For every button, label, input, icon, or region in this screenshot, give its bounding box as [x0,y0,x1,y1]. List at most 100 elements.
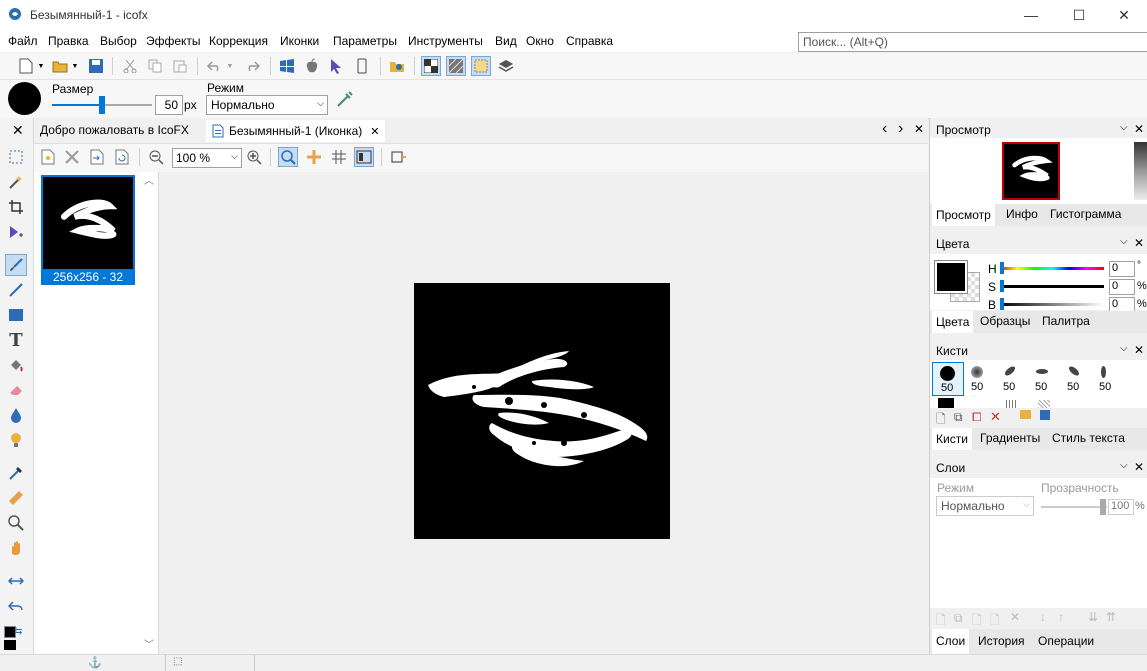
close-colors-icon[interactable]: ✕ [1134,236,1144,250]
hue-slider-thumb[interactable] [1000,262,1004,274]
grid-icon[interactable] [329,147,349,167]
b-input[interactable]: 0 [1109,297,1135,312]
search-input[interactable]: Поиск... (Alt+Q) [798,32,1147,52]
tab-document[interactable]: Безымянный-1 (Иконка) ✕ [206,118,386,142]
tab-history[interactable]: История [978,634,1025,648]
save-icon[interactable] [86,56,106,76]
scatter-brush-icon[interactable] [1006,400,1018,408]
magic-wand-icon[interactable] [5,171,27,193]
move-down-icon[interactable]: ↓ [1040,610,1046,624]
open-folder-icon[interactable] [50,56,70,76]
tab-preview[interactable]: Просмотр [932,204,995,226]
move-up-icon[interactable]: ↑ [1058,610,1064,624]
cut-icon[interactable] [120,56,140,76]
marquee-select-icon[interactable] [5,146,27,168]
flat-brush-icon[interactable] [1036,369,1048,374]
opacity-input[interactable]: 100 [1108,499,1134,515]
collapse-colors-icon[interactable]: ⌵ [1120,236,1128,247]
brush-tool-icon[interactable] [5,254,27,276]
menu-view[interactable]: Вид [495,34,517,48]
menu-file[interactable]: Файл [8,34,38,48]
texture-brush-icon[interactable] [1038,400,1050,408]
new-dropdown-icon[interactable]: ▼ [36,56,46,76]
open-dropdown-icon[interactable]: ▼ [70,56,80,76]
tab-prev-icon[interactable]: ‹ [882,120,887,138]
close-layers-icon[interactable]: ✕ [1134,460,1144,474]
menu-icons[interactable]: Иконки [280,34,319,48]
menu-correction[interactable]: Коррекция [209,34,268,48]
copy-icon[interactable] [145,56,165,76]
crop-icon[interactable] [5,196,27,218]
eraser-icon[interactable] [5,379,27,401]
new-image-icon[interactable] [38,147,58,167]
new-file-icon[interactable] [16,56,36,76]
zoom-tool-icon[interactable] [5,512,27,534]
paste-icon[interactable] [170,56,190,76]
zoom-in-icon[interactable] [244,147,264,167]
menu-effects[interactable]: Эффекты [146,34,201,48]
angled-brush-icon[interactable] [1067,364,1081,378]
brightness-slider-thumb[interactable] [1000,298,1004,310]
duplicate-brush-icon[interactable]: ⧉ [954,410,963,425]
scroll-up-icon[interactable]: ︿ [144,172,154,187]
soft-brush-icon[interactable] [971,366,983,378]
tab-palette[interactable]: Палитра [1042,314,1090,328]
menu-edit[interactable]: Правка [48,34,89,48]
menu-help[interactable]: Справка [566,34,613,48]
import-icon[interactable] [87,147,107,167]
rectangle-tool-icon[interactable] [5,304,27,326]
hand-tool-icon[interactable] [5,537,27,559]
undo-tool-icon[interactable] [5,595,27,617]
zoom-out-icon[interactable] [146,147,166,167]
ruler-icon[interactable] [5,487,27,509]
mobile-icon[interactable] [352,56,372,76]
angled-brush-icon[interactable] [1003,364,1017,378]
layers-icon[interactable] [496,56,516,76]
maximize-button[interactable]: ☐ [1056,0,1102,30]
close-brushes-icon[interactable]: ✕ [1134,343,1144,357]
saturation-slider-thumb[interactable] [1000,280,1004,292]
image-thumbnail[interactable]: 256x256 - 32 [41,175,135,285]
vertical-brush-icon[interactable] [1101,366,1106,378]
menu-window[interactable]: Окно [526,34,554,48]
text-tool-icon[interactable]: T [5,329,27,351]
menu-parameters[interactable]: Параметры [333,34,397,48]
grid-select-icon[interactable] [471,56,491,76]
swap-arrows-icon[interactable] [5,570,27,592]
opacity-slider[interactable] [1041,506,1107,508]
size-input[interactable]: 50 [155,95,183,115]
layer-mode-select[interactable]: Нормально ⌵ [936,496,1034,516]
menu-tools[interactable]: Инструменты [408,34,483,48]
delete-brush-icon[interactable]: ✕ [990,409,1001,425]
brightness-slider[interactable] [1000,303,1104,306]
size-slider-track[interactable] [52,96,152,114]
collapse-brushes-icon[interactable]: ⌵ [1120,343,1128,354]
tab-brushes[interactable]: Кисти [932,428,972,450]
primary-color-swatch[interactable] [4,640,16,650]
tab-welcome[interactable]: Добро пожаловать в IcoFX [40,118,189,142]
tab-histogram[interactable]: Гистограмма [1050,207,1121,221]
blur-drop-icon[interactable] [5,404,27,426]
mode-select[interactable]: Нормально ⌵ [206,95,328,115]
close-doc-icon[interactable]: ✕ [914,122,924,136]
tab-close-icon[interactable]: ✕ [370,125,379,138]
color-picker-icon[interactable] [5,462,27,484]
drawing-canvas[interactable] [414,283,670,539]
minimize-button[interactable]: — [1008,0,1054,30]
close-button[interactable]: ✕ [1101,0,1147,30]
swap-colors-icon[interactable]: ⇆ [14,626,22,637]
s-input[interactable]: 0 [1109,279,1135,295]
close-preview-icon[interactable]: ✕ [1134,122,1144,136]
merge-down-icon[interactable]: ⇊ [1088,610,1098,624]
apple-icon[interactable] [302,56,322,76]
h-input[interactable]: 0 [1109,261,1135,277]
collapse-layers-icon[interactable]: ⌵ [1120,460,1128,471]
airbrush-icon[interactable] [336,90,354,108]
flatten-icon[interactable]: ⇈ [1106,610,1116,624]
redo-icon[interactable] [242,56,262,76]
hue-slider[interactable] [1000,267,1104,270]
saturation-slider[interactable] [1000,285,1104,288]
opacity-slider-thumb[interactable] [1100,499,1106,515]
tab-info[interactable]: Инфо [1006,207,1038,221]
open-brush-icon[interactable] [1020,410,1031,419]
